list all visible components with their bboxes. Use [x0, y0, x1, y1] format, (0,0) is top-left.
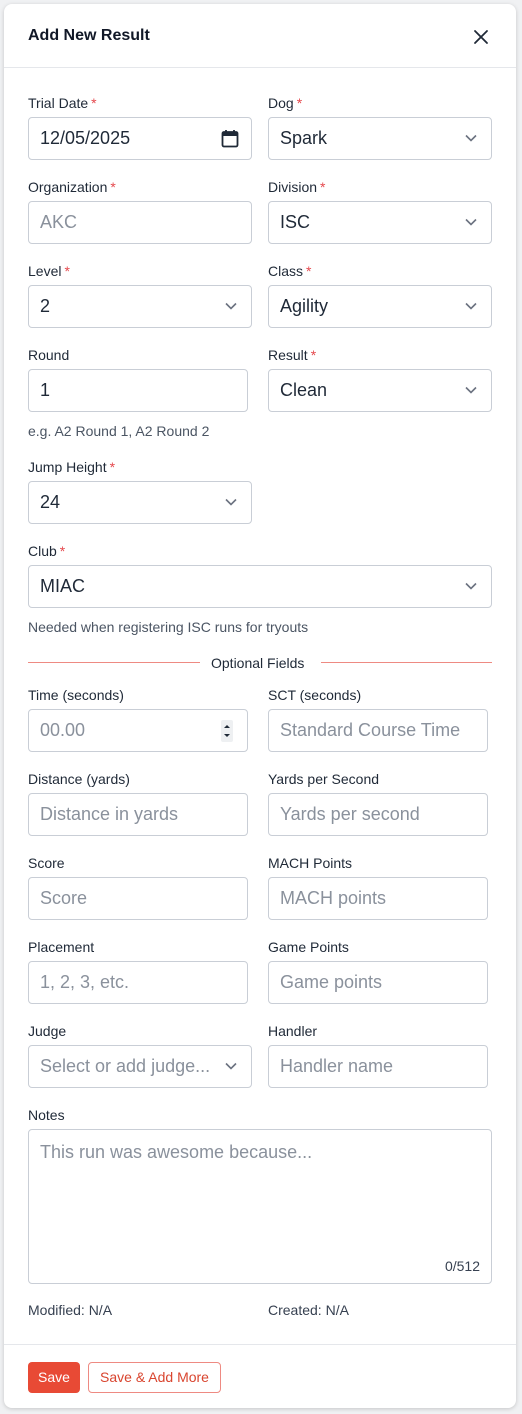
placement-field: Placement 1, 2, 3, etc.	[28, 939, 248, 1005]
chevron-down-icon	[465, 582, 477, 590]
modified-text: Modified: N/A	[28, 1302, 113, 1318]
club-field: Club * MIAC	[28, 543, 492, 609]
chevron-down-icon	[465, 218, 477, 226]
add-result-modal: Add New Result Trial Date * 12/05/2025 Do…	[4, 4, 516, 1408]
time-field: Time (seconds) 00.00	[28, 687, 252, 753]
game-points-label: Game Points	[268, 939, 349, 955]
organization-label: Organization *	[28, 179, 116, 195]
number-spinner-icon[interactable]	[221, 720, 233, 742]
notes-textarea[interactable]: This run was awesome because... 0/512	[28, 1129, 492, 1284]
chevron-down-icon	[465, 134, 477, 142]
mach-points-input[interactable]: MACH points	[268, 877, 488, 920]
chevron-down-icon	[225, 302, 237, 310]
club-label: Club *	[28, 543, 66, 559]
game-points-input[interactable]: Game points	[268, 961, 488, 1004]
sct-field: SCT (seconds) Standard Course Time	[268, 687, 488, 753]
modal-title: Add New Result	[28, 27, 150, 44]
save-and-add-more-button[interactable]: Save & Add More	[88, 1362, 221, 1393]
level-label: Level *	[28, 263, 70, 279]
distance-input[interactable]: Distance in yards	[28, 793, 248, 836]
time-input[interactable]: 00.00	[28, 709, 248, 752]
yards-per-second-label: Yards per Second	[268, 771, 380, 787]
division-select[interactable]: ISC	[268, 201, 492, 244]
handler-field: Handler Handler name	[268, 1023, 488, 1089]
mach-points-label: MACH Points	[268, 855, 353, 871]
modal-footer: Save Save & Add More	[4, 1344, 516, 1408]
round-input[interactable]: 1	[28, 369, 248, 412]
level-select[interactable]: 2	[28, 285, 252, 328]
distance-label: Distance (yards)	[28, 771, 130, 787]
save-button[interactable]: Save	[28, 1362, 80, 1393]
chevron-down-icon	[465, 302, 477, 310]
handler-input[interactable]: Handler name	[268, 1045, 488, 1088]
jump-height-label: Jump Height *	[28, 459, 116, 475]
character-count: 0/512	[444, 1258, 480, 1274]
trial-date-label: Trial Date *	[28, 95, 97, 111]
chevron-down-icon	[224, 1061, 238, 1071]
round-helper-text: e.g. A2 Round 1, A2 Round 2	[28, 423, 210, 439]
sct-label: SCT (seconds)	[268, 687, 362, 703]
sct-input[interactable]: Standard Course Time	[268, 709, 488, 752]
division-label: Division *	[268, 179, 326, 195]
club-select[interactable]: MIAC	[28, 565, 492, 608]
organization-field: Organization * AKC	[28, 179, 252, 245]
judge-field: Judge Select or add judge...	[28, 1023, 252, 1089]
trial-date-field: Trial Date * 12/05/2025	[28, 95, 252, 161]
dog-label: Dog *	[268, 95, 303, 111]
created-text: Created: N/A	[268, 1302, 349, 1318]
game-points-field: Game Points Game points	[268, 939, 488, 1005]
score-field: Score Score	[28, 855, 248, 921]
judge-select[interactable]: Select or add judge...	[28, 1045, 252, 1088]
modal-header: Add New Result	[4, 4, 516, 68]
chevron-down-icon	[465, 386, 477, 394]
close-icon[interactable]	[470, 26, 492, 48]
round-field: Round 1	[28, 347, 248, 413]
result-field: Result * Clean	[268, 347, 492, 413]
divider-line-right	[321, 662, 492, 663]
trial-date-input[interactable]: 12/05/2025	[28, 117, 252, 160]
yards-per-second-field: Yards per Second Yards per second	[268, 771, 488, 837]
score-input[interactable]: Score	[28, 877, 248, 920]
optional-fields-heading: Optional Fields	[211, 655, 305, 671]
calendar-icon[interactable]	[221, 129, 239, 148]
placement-input[interactable]: 1, 2, 3, etc.	[28, 961, 248, 1004]
jump-height-select[interactable]: 24	[28, 481, 252, 524]
handler-label: Handler	[268, 1023, 318, 1039]
chevron-down-icon	[225, 498, 237, 506]
organization-input[interactable]: AKC	[28, 201, 252, 244]
class-field: Class * Agility	[268, 263, 492, 329]
notes-placeholder: This run was awesome because...	[40, 1142, 313, 1162]
class-select[interactable]: Agility	[268, 285, 492, 328]
yards-per-second-input[interactable]: Yards per second	[268, 793, 488, 836]
placement-label: Placement	[28, 939, 95, 955]
club-helper-text: Needed when registering ISC runs for try…	[28, 619, 309, 635]
division-field: Division * ISC	[268, 179, 492, 245]
distance-field: Distance (yards) Distance in yards	[28, 771, 248, 837]
jump-height-field: Jump Height * 24	[28, 459, 252, 525]
notes-field: Notes This run was awesome because... 0/…	[28, 1107, 492, 1285]
dog-select[interactable]: Spark	[268, 117, 492, 160]
class-label: Class *	[268, 263, 312, 279]
level-field: Level * 2	[28, 263, 252, 329]
result-select[interactable]: Clean	[268, 369, 492, 412]
notes-label: Notes	[28, 1107, 65, 1123]
judge-label: Judge	[28, 1023, 67, 1039]
time-label: Time (seconds)	[28, 687, 124, 703]
score-label: Score	[28, 855, 65, 871]
dog-field: Dog * Spark	[268, 95, 492, 161]
result-label: Result *	[268, 347, 317, 363]
mach-points-field: MACH Points MACH points	[268, 855, 488, 921]
round-label: Round	[28, 347, 70, 363]
divider-line-left	[28, 662, 200, 663]
